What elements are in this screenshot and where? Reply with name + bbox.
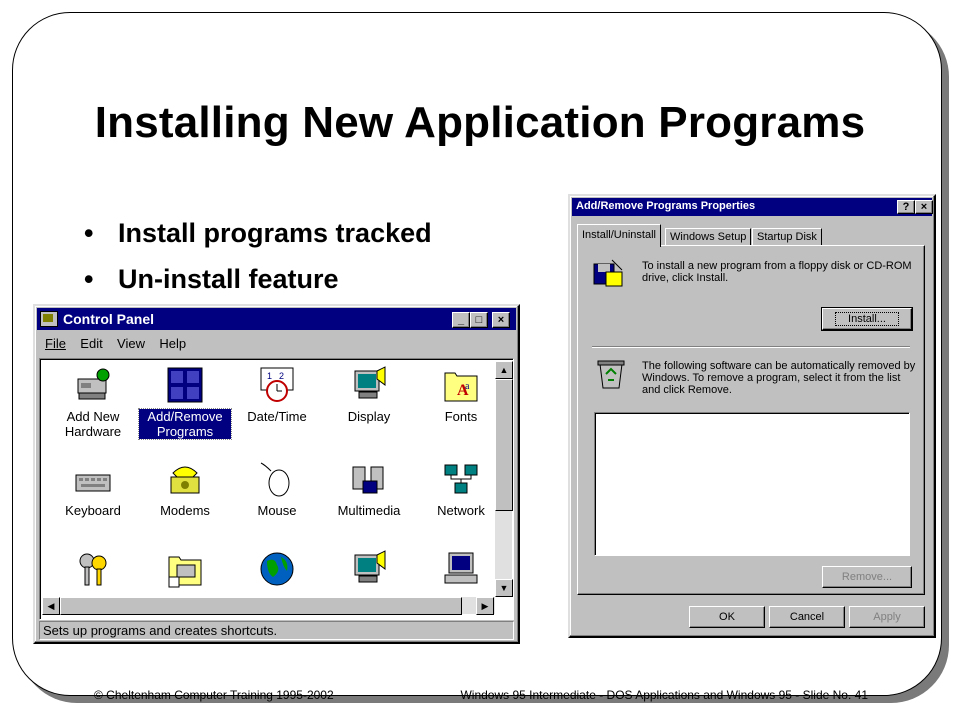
scroll-right-arrow-icon[interactable]: ▶ <box>476 597 494 615</box>
menu-help[interactable]: Help <box>159 336 186 351</box>
menu-view[interactable]: View <box>117 336 145 351</box>
maximize-button[interactable]: □ <box>470 312 488 328</box>
tab-startup-disk[interactable]: Startup Disk <box>752 228 822 245</box>
icon-regional-settings[interactable] <box>231 549 323 589</box>
regional-settings-icon <box>260 552 294 586</box>
icon-label: Keyboard <box>65 503 121 518</box>
tab-install-uninstall[interactable]: Install/Uninstall <box>577 224 661 247</box>
date-time-icon: 1 2 <box>260 367 294 402</box>
scroll-left-arrow-icon[interactable]: ◀ <box>42 597 60 615</box>
vertical-scrollbar[interactable]: ▲ ▼ <box>495 361 513 597</box>
icon-add-new-hardware[interactable]: Add New Hardware <box>47 365 139 439</box>
footer-copyright: © Cheltenham Computer Training 1995-2002 <box>94 688 334 702</box>
printers-icon <box>168 556 202 588</box>
icon-mouse[interactable]: Mouse <box>231 459 323 518</box>
horizontal-scrollbar[interactable]: ◀ ▶ <box>42 597 495 615</box>
scroll-down-arrow-icon[interactable]: ▼ <box>495 579 513 597</box>
bullet-item: • Un-install feature <box>84 264 339 294</box>
add-remove-programs-icon <box>167 367 203 403</box>
mouse-icon <box>260 462 290 497</box>
modem-icon <box>170 466 200 494</box>
fonts-icon: A a <box>444 372 478 402</box>
menu-file[interactable]: File <box>45 336 66 351</box>
scroll-thumb-h[interactable] <box>60 597 462 615</box>
network-icon <box>444 464 478 494</box>
control-panel-title: Control Panel <box>63 311 155 327</box>
remove-instructions: The following software can be automatica… <box>642 360 916 396</box>
icon-printers[interactable] <box>139 549 231 589</box>
icon-multimedia[interactable]: Multimedia <box>323 459 415 518</box>
svg-text:1: 1 <box>267 371 272 381</box>
svg-text:a: a <box>465 381 470 392</box>
control-panel-window: Control Panel _ □ × File Edit View Help … <box>33 304 520 644</box>
passwords-icon <box>79 553 107 586</box>
apply-button[interactable]: Apply <box>849 606 925 628</box>
icon-label: Mouse <box>257 503 297 518</box>
section-divider <box>592 346 910 348</box>
remove-button[interactable]: Remove... <box>822 566 912 588</box>
add-hardware-icon <box>77 368 110 400</box>
status-text: Sets up programs and creates shortcuts. <box>43 623 278 638</box>
footer-slide-info: Windows 95 Intermediate - DOS Applicatio… <box>460 688 868 702</box>
display-icon <box>354 366 386 399</box>
dialog-close-button[interactable]: × <box>915 200 933 214</box>
recycle-bin-icon <box>597 360 625 389</box>
icon-keyboard[interactable]: Keyboard <box>47 459 139 518</box>
icon-date-time[interactable]: 1 2 Date/Time <box>231 365 323 424</box>
install-disk-icon <box>593 259 623 287</box>
icon-label: Add New Hardware <box>64 409 122 439</box>
icon-label: Modems <box>160 503 210 518</box>
dialog-titlebar[interactable]: Add/Remove Programs Properties ? × <box>572 198 933 216</box>
tab-windows-setup[interactable]: Windows Setup <box>665 228 752 245</box>
status-bar: Sets up programs and creates shortcuts. <box>39 621 514 640</box>
bullet-list: • Install programs tracked • Un-install fe… <box>84 216 432 308</box>
ok-button[interactable]: OK <box>689 606 765 628</box>
close-button[interactable]: × <box>492 312 510 328</box>
installed-programs-list[interactable] <box>594 412 910 556</box>
icon-label: Date/Time <box>247 409 307 424</box>
icon-passwords[interactable] <box>47 549 139 589</box>
control-panel-app-icon <box>40 311 58 327</box>
install-instructions: To install a new program from a floppy d… <box>642 260 912 284</box>
icon-sounds[interactable] <box>323 549 415 589</box>
add-remove-dialog: Add/Remove Programs Properties ? × Insta… <box>568 194 936 638</box>
scroll-thumb[interactable] <box>495 379 513 511</box>
icon-label: Fonts <box>444 409 478 424</box>
icon-label-selected: Add/Remove Programs <box>138 408 232 440</box>
cancel-button[interactable]: Cancel <box>769 606 845 628</box>
icon-view: Add New Hardware Add/Remove Programs 1 2… <box>39 358 514 620</box>
menu-edit[interactable]: Edit <box>80 336 102 351</box>
icon-add-remove-programs[interactable]: Add/Remove Programs <box>138 365 232 440</box>
slide-title: Installing New Application Programs <box>94 98 866 147</box>
icon-fonts[interactable]: A a Fonts <box>415 365 507 424</box>
sounds-icon <box>354 550 386 583</box>
icon-system[interactable] <box>415 549 507 589</box>
control-panel-titlebar[interactable]: Control Panel _ □ × <box>37 308 516 330</box>
icon-label: Network <box>437 503 485 518</box>
icon-modems[interactable]: Modems <box>139 459 231 518</box>
help-button[interactable]: ? <box>897 200 915 214</box>
dialog-title: Add/Remove Programs Properties <box>576 200 756 212</box>
install-button[interactable]: Install... <box>821 307 913 331</box>
icon-network[interactable]: Network <box>415 459 507 518</box>
system-icon <box>444 552 478 584</box>
svg-text:2: 2 <box>279 371 284 381</box>
menu-bar: File Edit View Help <box>45 336 197 351</box>
keyboard-icon <box>75 474 111 492</box>
minimize-button[interactable]: _ <box>452 312 470 328</box>
icon-label: Multimedia <box>337 503 401 518</box>
scroll-up-arrow-icon[interactable]: ▲ <box>495 361 513 379</box>
bullet-item: • Install programs tracked <box>84 218 432 248</box>
multimedia-icon <box>352 466 384 494</box>
icon-display[interactable]: Display <box>323 365 415 424</box>
tab-panel: To install a new program from a floppy d… <box>577 245 925 595</box>
icon-label: Display <box>347 409 391 424</box>
